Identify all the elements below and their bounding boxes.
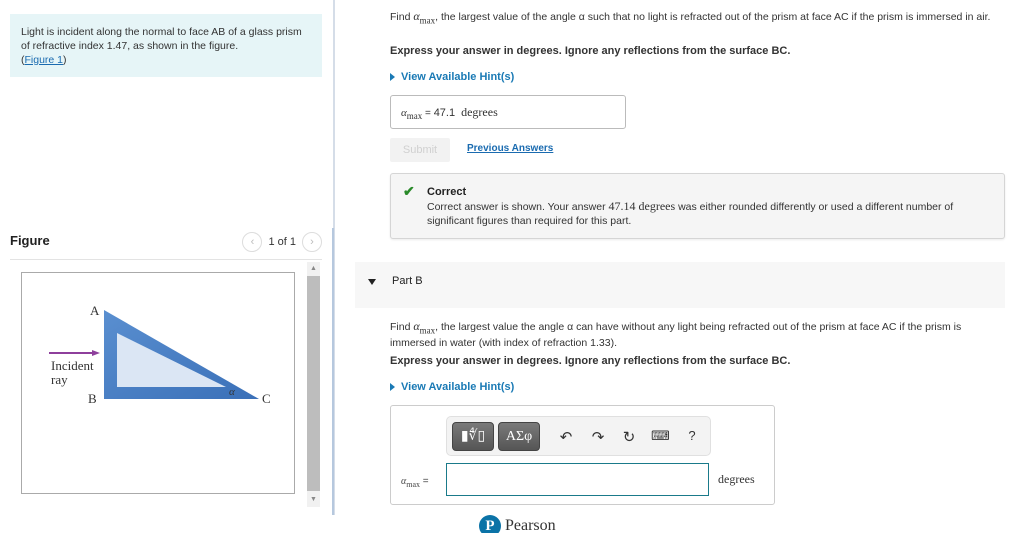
pearson-brand: Pearson [505,517,556,533]
submit-button[interactable]: Submit [390,138,450,162]
figure-title: Figure [10,233,50,248]
answer-variable-label: αmax = [401,476,429,489]
label-alpha: α [229,386,235,398]
previous-answers-link[interactable]: Previous Answers [467,143,553,154]
label-ray: ray [51,372,68,387]
panel-divider-accent [332,228,334,515]
label-incident: Incident [51,358,94,373]
next-figure-button[interactable]: › [302,232,322,252]
label-b: B [88,391,97,406]
scroll-thumb[interactable] [307,276,320,491]
help-icon[interactable]: ? [683,428,701,443]
feedback-status: Correct [427,186,467,198]
part-b-question: Find αmax, the largest value the angle α… [390,319,962,350]
greek-symbols-button[interactable]: ΑΣφ [498,422,540,451]
reset-icon[interactable]: ↻ [620,428,638,446]
answer-units: degrees [461,105,498,119]
part-b-answer-input[interactable] [446,463,709,496]
problem-intro: Light is incident along the normal to fa… [10,14,322,77]
feedback-box: ✔ Correct Correct answer is shown. Your … [390,173,1005,239]
prism-diagram: A B C α Incident ray [49,303,271,406]
chevron-right-icon: › [310,236,314,248]
pearson-p-icon: P [479,515,501,533]
figure-link[interactable]: Figure 1 [25,54,64,66]
checkmark-icon: ✔ [403,183,415,199]
greek-icon: ΑΣφ [505,428,533,444]
part-a-answer-display: αmax = 47.1 degrees [390,95,626,129]
pearson-logo: P Pearson [479,515,556,533]
figure-image: A B C α Incident ray [21,272,295,494]
scroll-down-icon[interactable]: ▼ [307,493,320,507]
part-a-instruction: Express your answer in degrees. Ignore a… [390,45,791,57]
chevron-left-icon: ‹ [250,236,255,248]
caret-right-icon [390,73,395,81]
figure-scrollbar[interactable]: ▲ ▼ [307,262,320,507]
part-b-instruction: Express your answer in degrees. Ignore a… [390,355,791,367]
undo-icon[interactable]: ↶ [557,428,575,446]
part-b-hint-toggle[interactable]: View Available Hint(s) [390,381,514,393]
answer-value: 47.1 [433,107,456,119]
templates-icon: ▮∜▯ [460,429,486,444]
part-a-question: Find αmax, the largest value of the angl… [390,9,991,26]
answer-units: degrees [718,472,755,486]
caret-down-icon [368,279,376,285]
right-panel: Find αmax, the largest value of the angl… [335,0,1024,533]
caret-right-icon [390,383,395,391]
pager-count: 1 of 1 [268,236,296,248]
ray-arrowhead [92,350,100,356]
math-toolbar: ▮∜▯ ΑΣφ ↶ ↷ ↻ ⌨ ? [446,416,711,456]
label-c: C [262,391,271,406]
keyboard-icon[interactable]: ⌨ [651,428,670,444]
prev-figure-button[interactable]: ‹ [242,232,263,252]
part-b-answer-panel: ▮∜▯ ΑΣφ ↶ ↷ ↻ ⌨ ? αmax = degrees [390,405,775,505]
label-a: A [90,303,100,318]
templates-button[interactable]: ▮∜▯ [452,422,494,451]
left-panel: Light is incident along the normal to fa… [0,0,333,533]
intro-text: Light is incident along the normal to fa… [21,26,302,52]
part-a-hint-toggle[interactable]: View Available Hint(s) [390,71,514,83]
figure-header: Figure ‹ 1 of 1 › [10,232,322,260]
feedback-text: Correct answer is shown. Your answer 47.… [427,199,954,227]
part-b-header[interactable]: Part B [355,262,1005,308]
scroll-up-icon[interactable]: ▲ [307,262,320,276]
figure-pager: ‹ 1 of 1 › [242,232,322,252]
redo-icon[interactable]: ↷ [589,428,607,446]
part-b-label: Part B [392,275,423,287]
